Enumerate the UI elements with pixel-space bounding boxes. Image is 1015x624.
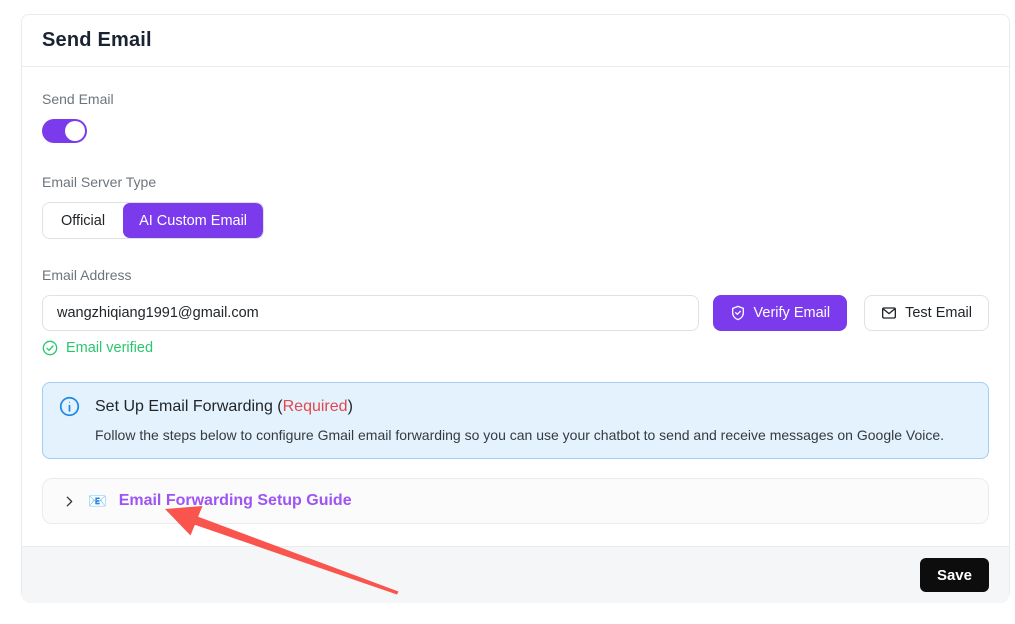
email-server-type-section: Email Server Type Official AI Custom Ema… [42,174,989,239]
email-server-type-label: Email Server Type [42,174,989,190]
email-forwarding-info-box: Set Up Email Forwarding (Required) Follo… [42,382,989,459]
info-required-text: Required [283,398,348,415]
email-emoji-icon: 📧 [88,494,107,509]
envelope-icon [881,305,897,321]
email-address-row: Verify Email Test Email [42,295,989,331]
verify-email-label: Verify Email [754,305,831,321]
email-forwarding-guide-toggle[interactable]: 📧 Email Forwarding Setup Guide [42,478,989,524]
shield-check-icon [730,305,746,321]
verify-email-button[interactable]: Verify Email [713,295,848,331]
info-box-header: Set Up Email Forwarding (Required) [59,396,972,417]
save-button[interactable]: Save [920,558,989,592]
guide-title-link: Email Forwarding Setup Guide [119,492,352,510]
info-title-paren-open: ( [273,398,283,415]
email-address-section: Email Address Verify Email [42,267,989,356]
page-title: Send Email [42,29,989,52]
email-verified-label: Email verified [66,340,153,356]
send-email-toggle[interactable] [42,119,87,143]
info-box-title: Set Up Email Forwarding (Required) [95,398,353,416]
send-email-label: Send Email [42,91,989,107]
email-address-input[interactable] [42,295,699,331]
email-server-type-group: Official AI Custom Email [42,202,264,239]
email-address-label: Email Address [42,267,989,283]
chevron-right-icon [63,495,76,508]
test-email-label: Test Email [905,305,972,321]
info-title-paren-close: ) [348,398,353,415]
send-email-card: Send Email Send Email Email Server Type … [21,14,1010,600]
card-body: Send Email Email Server Type Official AI… [22,67,1009,546]
check-circle-icon [42,340,58,356]
test-email-button[interactable]: Test Email [864,295,989,331]
send-email-section: Send Email [42,91,989,143]
info-icon [59,396,80,417]
server-type-ai-custom-email-button[interactable]: AI Custom Email [123,203,263,238]
server-type-official-button[interactable]: Official [43,203,123,238]
info-box-description: Follow the steps below to configure Gmai… [59,427,972,443]
card-header: Send Email [22,15,1009,67]
email-verified-status: Email verified [42,340,989,356]
card-footer: Save [22,546,1009,603]
info-title-text: Set Up Email Forwarding [95,398,273,415]
toggle-knob [65,121,85,141]
